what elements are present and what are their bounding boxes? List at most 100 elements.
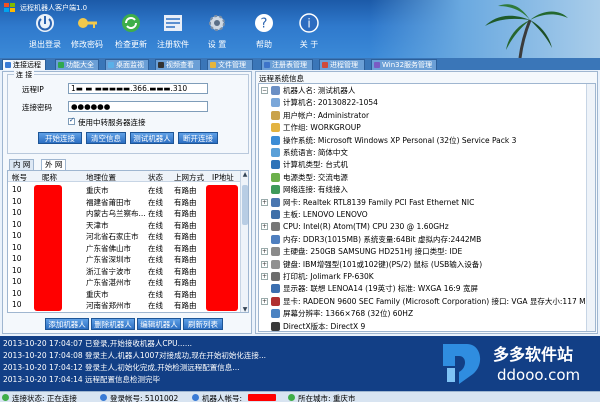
edit-robot-button[interactable]: 编辑机器人: [137, 318, 181, 330]
tab-intranet[interactable]: 内 网: [9, 159, 35, 170]
expander-icon[interactable]: −: [261, 87, 268, 94]
tree-item[interactable]: 用户帐户: Administrator: [259, 110, 587, 121]
sysinfo-scrollbar[interactable]: [586, 84, 595, 331]
cell-acct: 10: [12, 219, 22, 229]
cell-loc: 重庆市: [86, 186, 109, 195]
cell-loc: 浙江省宁波市: [86, 266, 131, 276]
col-location[interactable]: 地理位置: [86, 172, 116, 183]
test-robot-button[interactable]: 测试机器人: [130, 132, 174, 144]
tree-item[interactable]: 主板: LENOVO LENOVO: [259, 209, 587, 220]
info-item-icon: [271, 98, 280, 108]
main-tab-strip: 连接远程 功能大全 桌面监视 视频查看 文件管理 注册表管理 进程管理 Win3…: [0, 58, 600, 70]
tree-item[interactable]: + 键盘: IBM增强型(101或102键)(PS/2) 鼠标 (USB输入设备): [259, 259, 587, 270]
register-software-button[interactable]: 注册软件: [150, 12, 196, 56]
tree-item-text: 操作系统: Microsoft Windows XP Personal (32位…: [283, 135, 517, 145]
disconnect-button[interactable]: 断开连接: [178, 132, 218, 144]
refresh-list-button[interactable]: 刷新列表: [183, 318, 223, 330]
connect-group: 连 接 远程IP 1▬ ▬ ▬▬▬▬▬.366.▬▬▬.310 连接密码 ●●●…: [7, 70, 249, 154]
delete-robot-button[interactable]: 删除机器人: [91, 318, 135, 330]
city-icon: [288, 394, 295, 401]
remote-ip-input[interactable]: 1▬ ▬ ▬▬▬▬▬.366.▬▬▬.310: [68, 83, 208, 94]
tree-item[interactable]: 计算机名: 20130822-1054: [259, 97, 587, 108]
tab-internet[interactable]: 外 网: [41, 159, 67, 170]
info-item-icon: [271, 321, 280, 331]
scroll-down-icon[interactable]: ▼: [241, 306, 248, 312]
tree-item[interactable]: 内存: DDR3(1015MB) 系统变量:64Bit 虚拟内存:2442MB: [259, 234, 587, 245]
scroll-thumb[interactable]: [242, 185, 248, 225]
tree-item[interactable]: 电源类型: 交流电源: [259, 172, 587, 183]
relay-checkbox[interactable]: [68, 116, 75, 125]
tree-item[interactable]: 计算机类型: 台式机: [259, 159, 587, 170]
clear-info-button[interactable]: 清空信息: [86, 132, 126, 144]
tab-desktop-monitor[interactable]: 桌面监视: [105, 59, 149, 70]
about-icon: i: [299, 13, 319, 33]
cell-acct: 10: [12, 185, 22, 194]
update-icon: [122, 14, 140, 32]
tab-process[interactable]: 进程管理: [319, 59, 365, 70]
cell-acct: 10: [12, 242, 22, 252]
tree-item-text: 电源类型: 交流电源: [283, 172, 348, 182]
tab-registry[interactable]: 注册表管理: [261, 59, 313, 70]
cell-loc: 天津市: [86, 220, 109, 230]
help-button[interactable]: ? 帮助: [241, 12, 287, 56]
scroll-up-icon[interactable]: ▲: [241, 171, 248, 179]
expander-icon[interactable]: +: [261, 260, 268, 268]
tree-item[interactable]: + 显卡: RADEON 9600 SEC Family (Microsoft C…: [259, 296, 591, 307]
tree-item[interactable]: − 机器人名: 测试机器人: [259, 85, 587, 96]
log-line: 2013-10-20 17:04:08 登录主人,机器人1007对接成功,现在开…: [3, 351, 267, 360]
expander-icon[interactable]: +: [261, 273, 268, 280]
col-net-type[interactable]: 上网方式: [174, 172, 204, 183]
tree-item[interactable]: + CPU: Intel(R) Atom(TM) CPU 230 @ 1.60GH…: [259, 221, 587, 232]
col-nickname[interactable]: 昵称: [42, 172, 57, 183]
expander-icon[interactable]: +: [261, 297, 268, 305]
cell-acct: 10: [12, 196, 22, 206]
cell-net: 有路由: [174, 232, 197, 241]
tree-item[interactable]: + 打印机: Jolimark FP-630K: [259, 271, 587, 282]
tree-item[interactable]: 操作系统: Microsoft Windows XP Personal (32位…: [259, 135, 587, 146]
tree-item-text: 网卡: Realtek RTL8139 Family PCI Fast Ethe…: [283, 197, 475, 207]
info-item-icon: [271, 160, 280, 170]
cell-net: 有路由: [174, 255, 197, 264]
logout-button[interactable]: 退出登录: [22, 12, 68, 56]
settings-button[interactable]: 设 置: [194, 12, 240, 56]
expander-icon[interactable]: +: [261, 248, 268, 256]
tree-item[interactable]: 屏幕分辨率: 1366×768 (32位) 60HZ: [259, 308, 587, 319]
tree-item[interactable]: + 网卡: Realtek RTL8139 Family PCI Fast Eth…: [259, 197, 587, 208]
password-label: 连接密码: [22, 103, 52, 112]
tab-label: 进程管理: [330, 61, 358, 69]
cell-acct: 10: [12, 254, 22, 263]
register-icon: [164, 15, 182, 31]
add-robot-button[interactable]: 添加机器人: [45, 318, 89, 330]
col-status[interactable]: 状态: [148, 172, 163, 183]
password-input[interactable]: ●●●●●●: [68, 101, 208, 112]
tab-win32-service[interactable]: Win32服务管理: [371, 59, 437, 70]
tree-item[interactable]: + 主硬盘: 250GB SAMSUNG HD251HJ 接口类型: IDE: [259, 246, 587, 257]
tab-functions[interactable]: 功能大全: [55, 59, 99, 70]
tree-item[interactable]: 工作组: WORKGROUP: [259, 122, 587, 133]
tree-item[interactable]: 显示器: 联想 LENOA14 (19英寸) 标准: WXGA 16:9 宽屏: [259, 283, 587, 294]
col-ip[interactable]: IP地址: [212, 172, 234, 183]
tab-file-manager[interactable]: 文件管理: [207, 59, 253, 70]
tab-video[interactable]: 视频查看: [155, 59, 201, 70]
status-robot-account: 机器人帐号:: [202, 394, 243, 402]
cell-loc: 重庆市: [86, 289, 109, 299]
info-item-icon: [271, 296, 280, 306]
tree-item[interactable]: 网络连接: 有线接入: [259, 184, 587, 195]
col-account[interactable]: 帐号: [12, 172, 27, 183]
cell-loc: 福建省莆田市: [86, 197, 131, 207]
robot-list-scrollbar[interactable]: ▲ ▼: [240, 171, 248, 312]
start-connect-button[interactable]: 开始连接: [38, 132, 82, 144]
expander-icon[interactable]: +: [261, 223, 268, 231]
check-update-button[interactable]: 检查更新: [108, 12, 154, 56]
tab-connect-remote[interactable]: 连接远程: [2, 59, 46, 70]
tab-label: 文件管理: [218, 61, 246, 69]
expander-icon[interactable]: +: [261, 198, 268, 206]
tree-item[interactable]: 系统语言: 简体中文: [259, 147, 587, 158]
tab-label: 视频查看: [166, 61, 194, 69]
connect-group-title: 连 接: [14, 70, 35, 80]
about-button[interactable]: i 关 于: [286, 12, 332, 56]
change-password-button[interactable]: 修改密码: [64, 12, 110, 56]
register-software-label: 注册软件: [157, 40, 189, 49]
tree-item[interactable]: DirectX版本: DirectX 9: [259, 321, 587, 331]
status-city: 所在城市: 重庆市: [298, 394, 356, 402]
